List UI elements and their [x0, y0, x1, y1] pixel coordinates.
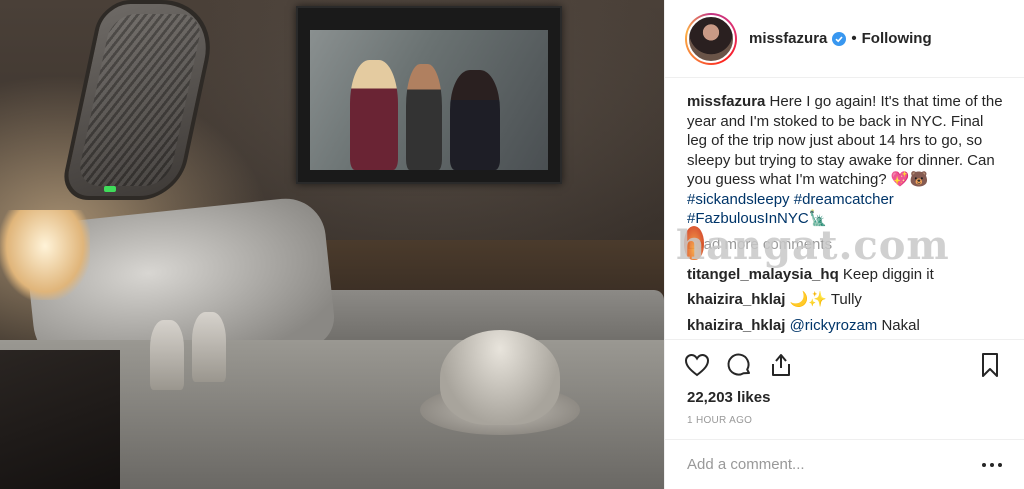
post-photo[interactable]: [0, 0, 664, 489]
inflight-screen: [296, 6, 562, 184]
comment-item: khaizira_hklaj 🌙✨ Tully: [687, 290, 1004, 310]
reading-lamp: [0, 210, 90, 300]
actor-figure: [406, 64, 442, 170]
indicator-light: [104, 186, 116, 192]
caption: missfazura Here I go again! It's that ti…: [687, 92, 1004, 229]
comment-text: 🌙✨ Tully: [789, 291, 862, 308]
pepper-shaker: [192, 312, 226, 382]
movie-frame: [310, 30, 548, 170]
side-tray: [0, 350, 120, 489]
hashtag-link[interactable]: #dreamcatcher: [794, 191, 894, 208]
salt-shaker: [150, 320, 184, 390]
more-options-icon[interactable]: [980, 460, 1004, 470]
verified-badge-icon: [832, 31, 847, 46]
add-comment-bar: Add a comment...: [665, 439, 1024, 489]
username-link[interactable]: missfazura: [749, 30, 827, 47]
heart-icon[interactable]: [683, 351, 711, 379]
caption-username[interactable]: missfazura: [687, 93, 765, 110]
comment-item: khaizira_hklaj @rickyrozam Nakal: [687, 316, 1004, 336]
tea-cup: [440, 330, 560, 425]
comment-text: Nakal: [881, 316, 920, 334]
bookmark-icon[interactable]: [976, 351, 1004, 379]
avatar-image: [687, 14, 735, 63]
actor-figure: [450, 70, 500, 170]
share-icon[interactable]: [767, 351, 795, 379]
comment-input[interactable]: Add a comment...: [687, 456, 980, 473]
watermark: hangat.com: [676, 222, 950, 269]
comments-section: missfazura Here I go again! It's that ti…: [665, 78, 1024, 339]
comment-username[interactable]: khaizira_hklaj: [687, 291, 785, 308]
post-header: missfazura • Following: [665, 0, 1024, 78]
mention-link[interactable]: @rickyrozam: [790, 317, 878, 334]
comment-username[interactable]: khaizira_hklaj: [687, 317, 785, 334]
likes-count[interactable]: 22,203 likes: [665, 389, 1024, 411]
following-button[interactable]: Following: [862, 30, 932, 47]
comment-bubble-icon[interactable]: [725, 351, 753, 379]
actor-figure: [350, 60, 398, 170]
separator-dot: •: [851, 30, 857, 47]
action-bar: [665, 339, 1024, 389]
hashtag-link[interactable]: #sickandsleepy: [687, 191, 790, 208]
timestamp: 1 HOUR AGO: [687, 415, 753, 426]
avatar[interactable]: [685, 12, 737, 65]
